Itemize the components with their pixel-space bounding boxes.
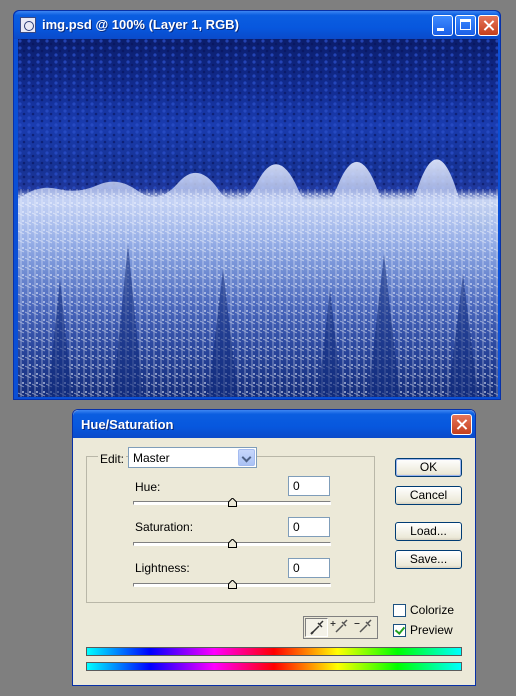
lightness-label: Lightness:: [135, 561, 190, 575]
document-window: img.psd @ 100% (Layer 1, RGB): [13, 10, 501, 400]
eyedropper-icon[interactable]: [305, 618, 328, 637]
edit-channel-select[interactable]: Master: [128, 447, 257, 468]
input-color-spectrum: [86, 647, 462, 656]
maximize-button[interactable]: [455, 15, 476, 36]
output-color-spectrum: [86, 662, 462, 671]
saturation-slider-thumb[interactable]: [228, 539, 237, 548]
saturation-input[interactable]: 0: [288, 517, 330, 537]
cancel-button[interactable]: Cancel: [395, 486, 462, 505]
hue-label: Hue:: [135, 480, 161, 494]
hue-saturation-dialog: Hue/Saturation Edit: Master Hue: 0 Satur…: [72, 409, 476, 686]
ok-button[interactable]: OK: [395, 458, 462, 477]
minimize-button[interactable]: [432, 15, 453, 36]
lightness-slider[interactable]: [133, 580, 331, 589]
eyedropper-plus-icon[interactable]: [330, 618, 353, 637]
lightness-slider-thumb[interactable]: [228, 580, 237, 589]
chevron-down-icon[interactable]: [238, 449, 255, 466]
preview-checkbox[interactable]: [393, 624, 406, 637]
dialog-titlebar[interactable]: Hue/Saturation: [73, 410, 475, 438]
eyedropper-group: [303, 616, 378, 639]
lightness-input[interactable]: 0: [288, 558, 330, 578]
close-icon[interactable]: [478, 15, 499, 36]
edit-label: Edit:: [98, 452, 127, 466]
close-icon[interactable]: [451, 414, 472, 435]
photoshop-document-icon[interactable]: [20, 17, 36, 33]
forest-image: [18, 39, 498, 397]
saturation-label: Saturation:: [135, 520, 194, 534]
save-button[interactable]: Save...: [395, 550, 462, 569]
hue-input[interactable]: 0: [288, 476, 330, 496]
load-button[interactable]: Load...: [395, 522, 462, 541]
document-canvas-image[interactable]: [18, 39, 498, 397]
saturation-slider[interactable]: [133, 539, 331, 548]
colorize-label: Colorize: [410, 603, 455, 617]
edit-channel-value: Master: [133, 451, 170, 465]
checkmark-icon: [394, 624, 406, 635]
dialog-title: Hue/Saturation: [81, 417, 174, 432]
preview-label: Preview: [410, 623, 453, 637]
hue-slider-thumb[interactable]: [228, 498, 237, 507]
hue-slider[interactable]: [133, 498, 331, 507]
colorize-checkbox[interactable]: [393, 604, 406, 617]
eyedropper-minus-icon[interactable]: [354, 618, 377, 637]
document-title: img.psd @ 100% (Layer 1, RGB): [42, 17, 239, 32]
document-titlebar[interactable]: img.psd @ 100% (Layer 1, RGB): [14, 11, 500, 39]
